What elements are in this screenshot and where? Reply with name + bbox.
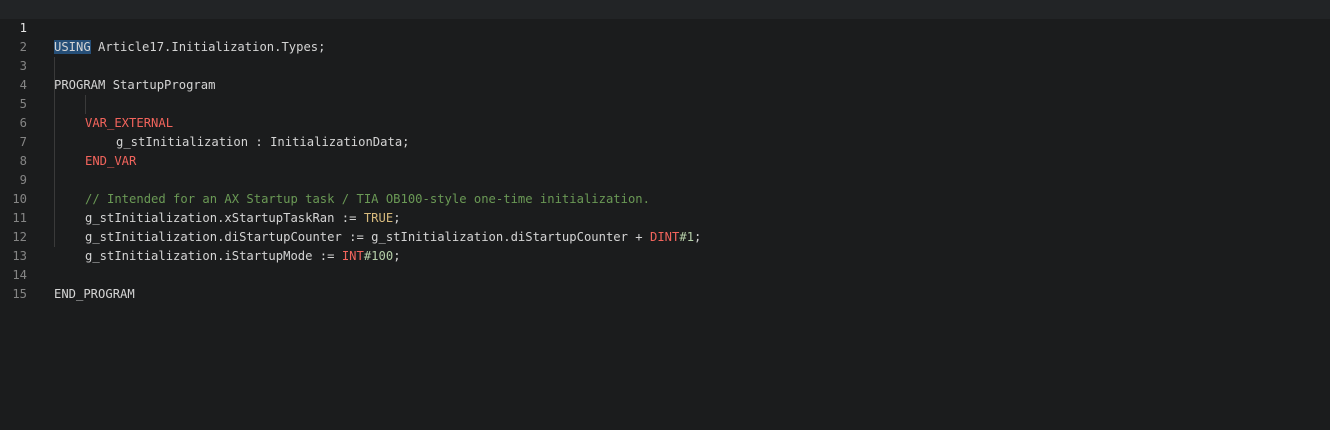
program-end[interactable]: END_PROGRAM — [54, 285, 1330, 304]
code-editor[interactable]: 1 USING Article17.Initialization.Types; … — [0, 0, 1330, 430]
code-line-9[interactable]: 9 // Intended for an AX Startup task / T… — [0, 152, 1330, 206]
code-line-3[interactable]: 3 PROGRAM StartupProgram — [0, 38, 1330, 92]
line-number: 15 — [12, 287, 27, 301]
code-line-5[interactable]: 5 VAR_EXTERNAL — [0, 76, 1330, 130]
code-line-1[interactable]: 1 USING Article17.Initialization.Types; — [0, 0, 1330, 54]
code-line-8[interactable]: 8 — [0, 133, 1330, 168]
code-line-7[interactable]: 7 END_VAR — [0, 114, 1330, 168]
code-line-14[interactable]: 14 END_PROGRAM — [0, 247, 1330, 301]
code-line-11[interactable]: 11 g_stInitialization.diStartupCounter :… — [0, 190, 1330, 244]
code-line-2[interactable]: 2 — [0, 19, 1330, 54]
code-line-12[interactable]: 12 g_stInitialization.iStartupMode := IN… — [0, 209, 1330, 263]
code-line-10[interactable]: 10 g_stInitialization.xStartupTaskRan :=… — [0, 171, 1330, 225]
code-line-4[interactable]: 4 — [0, 57, 1330, 92]
code-line-6[interactable]: 6 g_stInitialization : InitializationDat… — [0, 95, 1330, 149]
code-line-15[interactable]: 15 — [0, 266, 1330, 301]
code-line-13[interactable]: 13 — [0, 228, 1330, 263]
